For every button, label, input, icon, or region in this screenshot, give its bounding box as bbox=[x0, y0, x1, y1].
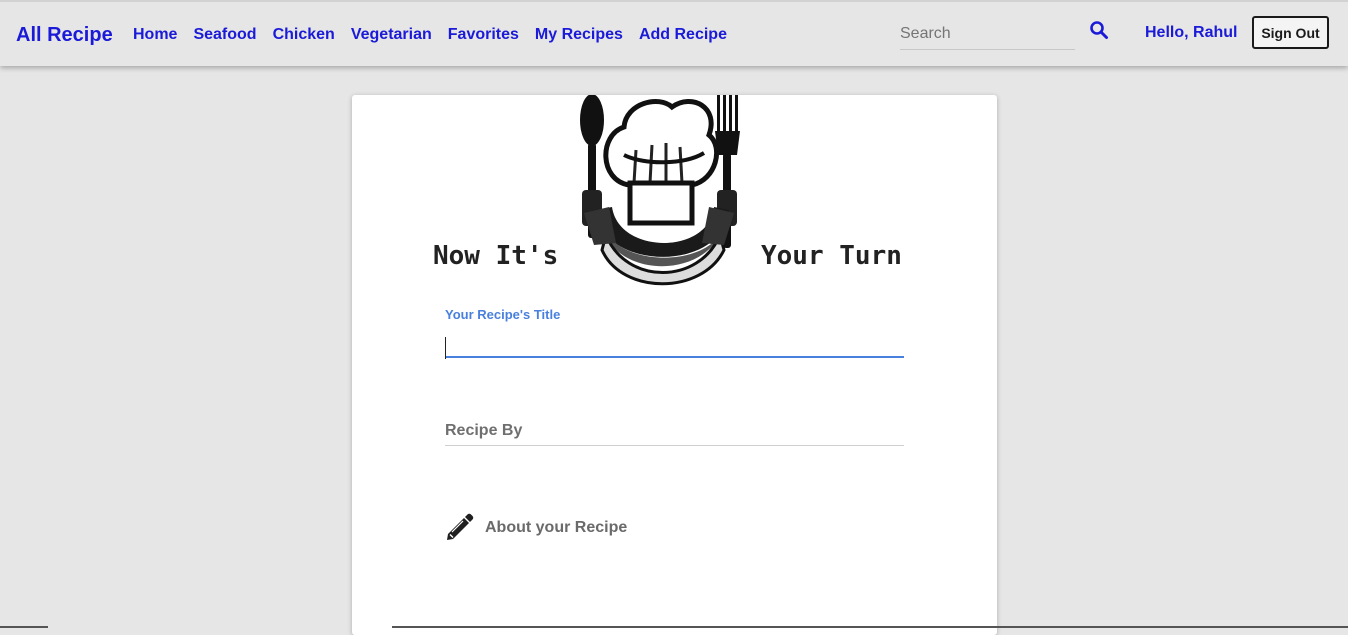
recipe-title-input[interactable] bbox=[445, 328, 904, 358]
search-icon[interactable] bbox=[1089, 20, 1109, 40]
recipe-by-input[interactable] bbox=[445, 417, 904, 446]
nav-link-vegetarian[interactable]: Vegetarian bbox=[351, 26, 432, 44]
about-recipe-label: About your Recipe bbox=[485, 519, 628, 536]
brand-link[interactable]: All Recipe bbox=[16, 24, 113, 47]
title-field-label: Your Recipe's Title bbox=[445, 307, 561, 322]
top-navbar: All Recipe Home Seafood Chicken Vegetari… bbox=[0, 0, 1348, 66]
nav-link-chicken[interactable]: Chicken bbox=[273, 26, 335, 44]
pencil-icon bbox=[447, 513, 474, 540]
nav-link-add-recipe[interactable]: Add Recipe bbox=[639, 26, 727, 44]
nav-links: Home Seafood Chicken Vegetarian Favorite… bbox=[133, 26, 743, 44]
text-caret bbox=[445, 337, 446, 359]
nav-link-my-recipes[interactable]: My Recipes bbox=[535, 26, 623, 44]
add-recipe-card: Now It's Your Turn Your Recipe's Title R… bbox=[352, 95, 997, 635]
nav-link-seafood[interactable]: Seafood bbox=[193, 26, 256, 44]
heading-your-turn: Your Turn bbox=[761, 241, 902, 271]
nav-link-home[interactable]: Home bbox=[133, 26, 177, 44]
about-recipe-field[interactable]: About your Recipe bbox=[444, 513, 627, 543]
sign-out-button[interactable]: Sign Out bbox=[1252, 16, 1329, 49]
title-field: Your Recipe's Title bbox=[445, 307, 904, 359]
nav-link-favorites[interactable]: Favorites bbox=[448, 26, 519, 44]
user-greeting: Hello, Rahul bbox=[1145, 24, 1238, 41]
chef-hat-spoon-fork-icon bbox=[580, 95, 740, 286]
heading-now-its: Now It's bbox=[433, 241, 559, 271]
recipe-by-field bbox=[445, 417, 904, 446]
search-input[interactable] bbox=[900, 18, 1075, 50]
